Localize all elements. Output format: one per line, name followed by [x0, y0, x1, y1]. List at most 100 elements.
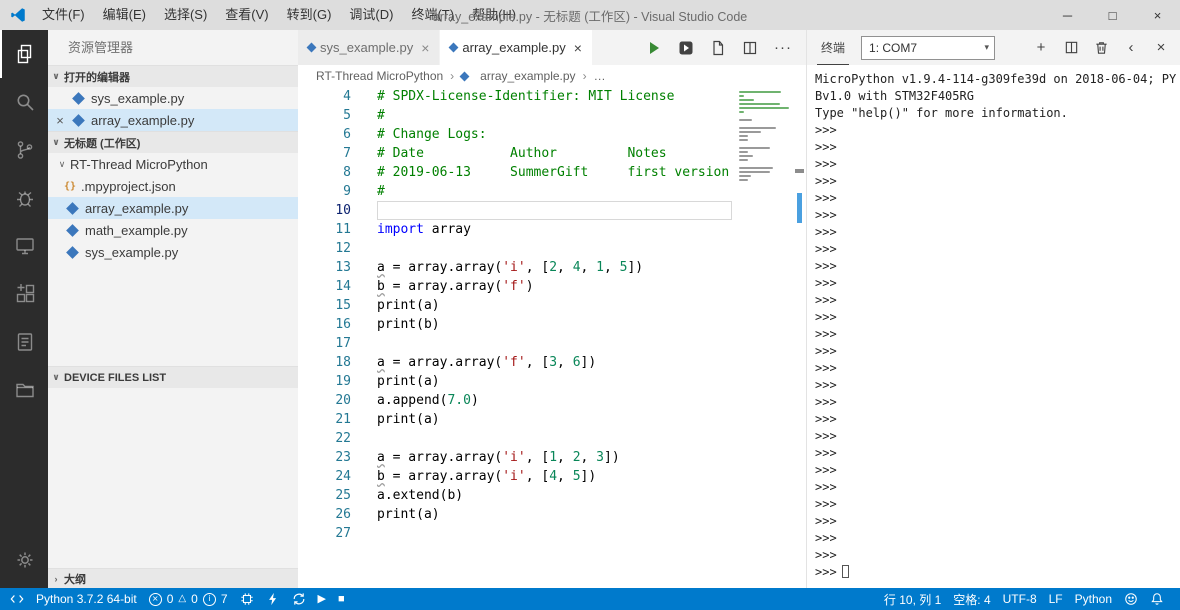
source-control-icon[interactable] — [0, 126, 48, 174]
code-line[interactable]: 6 # Change Logs: — [298, 125, 806, 144]
line-number[interactable]: 17 — [298, 334, 351, 353]
scrollbar-thumb[interactable] — [797, 193, 802, 223]
minimap[interactable] — [737, 87, 792, 588]
tree-item[interactable]: sys_example.py — [48, 241, 298, 263]
code-line[interactable]: 12 — [298, 239, 806, 258]
line-number[interactable]: 10 — [298, 201, 351, 220]
menu-goto[interactable]: 转到(G) — [278, 0, 341, 30]
code-line[interactable]: 24 b = array.array('i', [4, 5]) — [298, 467, 806, 486]
stop-icon[interactable]: ■ — [332, 588, 351, 610]
close-panel-icon[interactable]: × — [1152, 39, 1170, 57]
tab-terminal[interactable]: 终端 — [817, 30, 850, 65]
run-on-device-icon[interactable] — [678, 40, 694, 56]
breadcrumb-item[interactable]: … — [594, 69, 606, 83]
line-number[interactable]: 6 — [298, 125, 351, 144]
folders-icon[interactable] — [0, 366, 48, 414]
feedback-smiley-icon[interactable] — [1118, 588, 1144, 610]
menu-edit[interactable]: 编辑(E) — [94, 0, 155, 30]
line-number[interactable]: 11 — [298, 220, 351, 239]
code-line[interactable]: 7 # Date Author Notes — [298, 144, 806, 163]
search-icon[interactable] — [0, 78, 48, 126]
code-line[interactable]: 19 print(a) — [298, 372, 806, 391]
minimize-icon[interactable]: ─ — [1045, 0, 1090, 30]
line-number[interactable]: 19 — [298, 372, 351, 391]
line-number[interactable]: 24 — [298, 467, 351, 486]
tree-item[interactable]: {} .mpyproject.json — [48, 175, 298, 197]
line-number[interactable]: 22 — [298, 429, 351, 448]
close-window-icon[interactable]: × — [1135, 0, 1180, 30]
line-number[interactable]: 5 — [298, 106, 351, 125]
eol-sequence[interactable]: LF — [1043, 588, 1069, 610]
code-line[interactable]: 4 # SPDX-License-Identifier: MIT License — [298, 87, 806, 106]
code-editor[interactable]: 4 # SPDX-License-Identifier: MIT License 5… — [298, 87, 806, 588]
code-line[interactable]: 13 a = array.array('i', [2, 4, 1, 5]) — [298, 258, 806, 277]
chevron-left-icon[interactable]: ‹ — [1122, 39, 1140, 57]
line-number[interactable]: 16 — [298, 315, 351, 334]
line-number[interactable]: 14 — [298, 277, 351, 296]
code-line[interactable]: 26 print(a) — [298, 505, 806, 524]
split-editor-icon[interactable] — [742, 40, 758, 56]
encoding[interactable]: UTF-8 — [997, 588, 1043, 610]
close-icon[interactable]: × — [421, 40, 429, 56]
line-number[interactable]: 27 — [298, 524, 351, 543]
tree-item[interactable]: ∨ RT-Thread MicroPython — [48, 153, 298, 175]
code-line[interactable]: 9 # — [298, 182, 806, 201]
outline-header[interactable]: › 大纲 — [48, 568, 298, 588]
menu-selection[interactable]: 选择(S) — [155, 0, 216, 30]
tab-sys-example-py[interactable]: sys_example.py × — [298, 30, 441, 65]
line-number[interactable]: 12 — [298, 239, 351, 258]
tab-array-example-py[interactable]: array_example.py × — [440, 30, 593, 65]
breadcrumb-item[interactable]: RT-Thread MicroPython — [316, 69, 443, 83]
code-line[interactable]: 23 a = array.array('i', [1, 2, 3]) — [298, 448, 806, 467]
line-number[interactable]: 7 — [298, 144, 351, 163]
line-number[interactable]: 25 — [298, 486, 351, 505]
terminal-output[interactable]: MicroPython v1.9.4-114-g309fe39d on 2018… — [807, 65, 1180, 588]
line-number[interactable]: 18 — [298, 353, 351, 372]
line-number[interactable]: 15 — [298, 296, 351, 315]
new-terminal-icon[interactable]: + — [1032, 39, 1050, 57]
line-number[interactable]: 4 — [298, 87, 351, 106]
code-line[interactable]: 18 a = array.array('f', [3, 6]) — [298, 353, 806, 372]
problems-indicator[interactable]: × 0 △ 0 i7 — [143, 588, 234, 610]
run-icon[interactable]: ▶ — [312, 588, 332, 610]
breadcrumb-item[interactable]: array_example.py — [480, 69, 575, 83]
code-line[interactable]: 8 # 2019-06-13 SummerGift first version — [298, 163, 806, 182]
split-terminal-icon[interactable] — [1062, 39, 1080, 57]
notifications-bell-icon[interactable] — [1144, 588, 1170, 610]
line-number[interactable]: 21 — [298, 410, 351, 429]
more-actions-icon[interactable]: ··· — [774, 39, 792, 56]
maximize-icon[interactable]: □ — [1090, 0, 1135, 30]
overview-ruler[interactable] — [792, 87, 806, 588]
open-editors-header[interactable]: ∨ 打开的编辑器 — [48, 65, 298, 87]
open-editor-item[interactable]: × array_example.py — [48, 109, 298, 131]
line-number[interactable]: 9 — [298, 182, 351, 201]
line-number[interactable]: 26 — [298, 505, 351, 524]
workspace-header[interactable]: ∨ 无标题 (工作区) — [48, 131, 298, 153]
tree-item[interactable]: array_example.py — [48, 197, 298, 219]
code-line[interactable]: 21 print(a) — [298, 410, 806, 429]
code-line[interactable]: 17 — [298, 334, 806, 353]
kill-terminal-icon[interactable] — [1092, 39, 1110, 57]
menu-view[interactable]: 查看(V) — [216, 0, 277, 30]
menu-debug[interactable]: 调试(D) — [340, 0, 402, 30]
code-line[interactable]: 10 — [298, 201, 806, 220]
open-file-icon[interactable] — [710, 40, 726, 56]
line-number[interactable]: 23 — [298, 448, 351, 467]
code-line[interactable]: 20 a.append(7.0) — [298, 391, 806, 410]
line-number[interactable]: 13 — [298, 258, 351, 277]
device-icon[interactable] — [0, 222, 48, 270]
debug-icon[interactable] — [0, 174, 48, 222]
line-number[interactable]: 20 — [298, 391, 351, 410]
code-line[interactable]: 27 — [298, 524, 806, 543]
line-number[interactable]: 8 — [298, 163, 351, 182]
remote-icon[interactable] — [0, 588, 30, 610]
sync-icon[interactable] — [286, 588, 312, 610]
tree-item[interactable]: math_example.py — [48, 219, 298, 241]
language-mode[interactable]: Python — [1069, 588, 1118, 610]
settings-gear-icon[interactable] — [0, 536, 48, 584]
code-line[interactable]: 5 # — [298, 106, 806, 125]
code-line[interactable]: 15 print(a) — [298, 296, 806, 315]
terminal-select[interactable]: 1: COM7 ▾ — [861, 35, 996, 60]
menu-file[interactable]: 文件(F) — [33, 0, 94, 30]
notes-icon[interactable] — [0, 318, 48, 366]
